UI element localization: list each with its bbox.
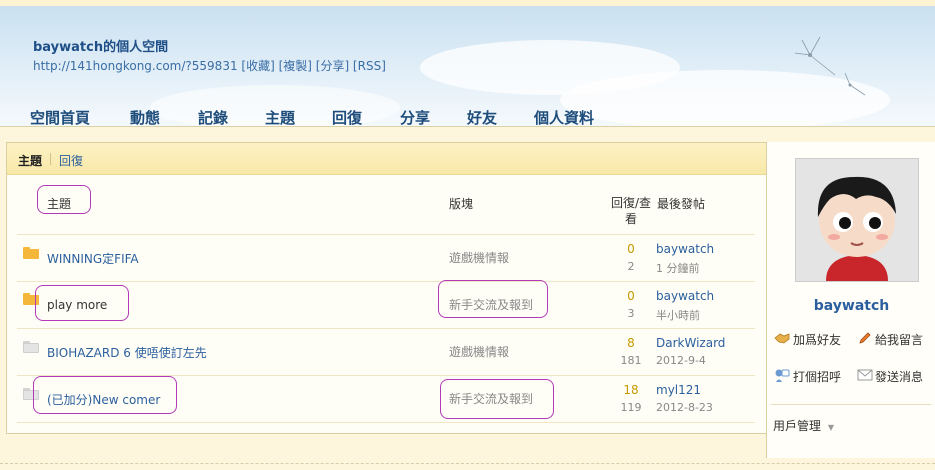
- last-poster-link[interactable]: DarkWizard: [656, 336, 725, 350]
- last-post-time: 2012-9-4: [656, 354, 706, 367]
- pencil-icon: [859, 332, 871, 344]
- nav-friends[interactable]: 好友: [467, 107, 497, 126]
- row-divider: [17, 328, 755, 329]
- topic-forum-link[interactable]: 遊戲機情報: [449, 249, 509, 266]
- topic-reply-count: 8: [627, 336, 635, 350]
- nav-profile[interactable]: 個人資料: [534, 107, 594, 126]
- column-header-forum: 版塊: [449, 197, 474, 211]
- highlight-circle: [37, 185, 91, 214]
- topic-reply-count: 0: [627, 242, 635, 256]
- tab-topic[interactable]: 主題: [18, 152, 42, 169]
- profile-username[interactable]: baywatch: [767, 298, 935, 314]
- topic-reply-count: 0: [627, 289, 635, 303]
- sidebar-divider: [771, 404, 931, 405]
- top-strip: [0, 0, 935, 6]
- send-message-link[interactable]: 發送消息: [875, 368, 923, 385]
- avatar-cartoon-icon: [796, 159, 918, 281]
- handshake-icon: [774, 333, 790, 344]
- tab-bar: 主題 回復: [7, 143, 767, 175]
- site-title[interactable]: baywatch的個人空間: [33, 36, 168, 55]
- add-friend-link[interactable]: 加爲好友: [793, 331, 841, 348]
- envelope-icon: [857, 369, 873, 381]
- highlight-circle: [438, 280, 548, 318]
- highlight-circle: [440, 379, 554, 419]
- user-manage-label: 用戶管理: [773, 419, 822, 433]
- greet-icon: [775, 369, 790, 382]
- topic-forum-link[interactable]: 遊戲機情報: [449, 343, 509, 360]
- leave-message-link[interactable]: 給我留言: [875, 331, 923, 348]
- row-divider: [17, 422, 755, 423]
- row-divider: [17, 234, 755, 235]
- chevron-down-icon: ▼: [827, 423, 834, 432]
- last-post-time: 半小時前: [656, 309, 700, 322]
- greet-link[interactable]: 打個招呼: [793, 368, 841, 385]
- user-manage-menu[interactable]: 用戶管理 ▼: [773, 417, 834, 434]
- topic-view-count: 3: [627, 307, 635, 320]
- topic-panel: 主題 回復 主題 版塊 回復/查看 最後發帖 WINNING定FIFA 遊戲機情…: [6, 142, 768, 434]
- header-banner: baywatch的個人空間 http://141hongkong.com/?55…: [0, 0, 935, 127]
- tab-divider: [50, 153, 51, 165]
- row-divider: [17, 281, 755, 282]
- site-url-links[interactable]: http://141hongkong.com/?559831 [收藏] [複製]…: [33, 57, 386, 74]
- topic-view-count: 119: [620, 401, 642, 414]
- last-post-time: 2012-8-23: [656, 401, 713, 414]
- nav-records[interactable]: 記錄: [198, 107, 228, 126]
- folder-yellow-icon: [23, 247, 39, 259]
- topic-view-count: 181: [620, 354, 642, 367]
- topic-title-link[interactable]: BIOHAZARD 6 使唔使訂左先: [47, 344, 207, 361]
- last-poster-link[interactable]: myl121: [656, 383, 701, 397]
- last-poster-link[interactable]: baywatch: [656, 242, 714, 256]
- nav-home[interactable]: 空間首頁: [30, 107, 90, 126]
- folder-grey-icon: [23, 341, 39, 353]
- nav-replies[interactable]: 回復: [332, 107, 362, 126]
- profile-sidebar: baywatch 加爲好友 給我留言 打個招呼 發送消息 用戶管理 ▼: [766, 142, 935, 458]
- topic-reply-count: 18: [623, 383, 639, 397]
- column-header-replies-views: 回復/查看: [610, 196, 652, 226]
- highlight-circle: [35, 285, 129, 321]
- topic-view-count: 2: [627, 260, 635, 273]
- nav-feed[interactable]: 動態: [130, 107, 160, 126]
- dandelion-seeds-icon: [794, 36, 866, 96]
- avatar[interactable]: [795, 158, 919, 282]
- last-post-time: 1 分鐘前: [656, 262, 700, 275]
- nav-share[interactable]: 分享: [400, 107, 430, 126]
- highlight-circle: [33, 376, 177, 414]
- nav-topics[interactable]: 主題: [265, 107, 295, 126]
- footer-divider: [0, 463, 935, 465]
- tab-reply[interactable]: 回復: [59, 152, 83, 169]
- column-header-last-post: 最後發帖: [657, 197, 706, 211]
- last-poster-link[interactable]: baywatch: [656, 289, 714, 303]
- topic-title-link[interactable]: WINNING定FIFA: [47, 250, 139, 267]
